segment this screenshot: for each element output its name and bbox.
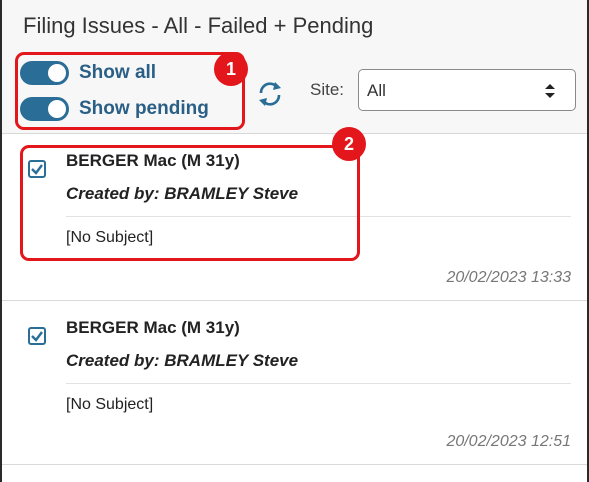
- timestamp: 20/02/2023 12:51: [446, 433, 571, 450]
- annotation-box-2: [20, 145, 360, 261]
- divider: [66, 383, 571, 384]
- timestamp: 20/02/2023 13:33: [446, 269, 571, 286]
- site-select[interactable]: All: [358, 69, 576, 111]
- checkbox-checked-icon[interactable]: [28, 327, 46, 345]
- sort-caret-icon: [543, 82, 557, 100]
- patient-name: BERGER Mac (M 31y): [66, 318, 240, 337]
- subject: [No Subject]: [66, 396, 154, 413]
- panel-title: Filing Issues - All - Failed + Pending: [23, 13, 374, 38]
- site-label: Site:: [310, 80, 345, 99]
- annotation-box-1: [15, 52, 245, 130]
- annotation-badge-2: 2: [332, 127, 366, 161]
- list-item[interactable]: BERGER Mac (M 31y) Created by: BRAMLEY S…: [2, 301, 587, 465]
- site-select-value: All: [367, 81, 386, 100]
- created-by: Created by: BRAMLEY Steve: [66, 351, 299, 370]
- filing-issues-panel: Filing Issues - All - Failed + Pending S…: [0, 0, 589, 482]
- refresh-icon[interactable]: [253, 77, 287, 111]
- annotation-badge-1: 1: [214, 52, 248, 86]
